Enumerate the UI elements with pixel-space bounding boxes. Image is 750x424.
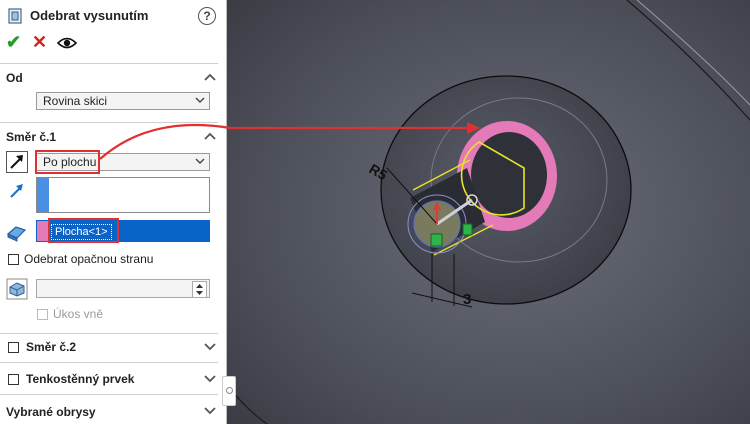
face-plane-icon: [6, 226, 27, 242]
direction-vector-icon: [10, 184, 23, 198]
from-dropdown-value: Rovina skici: [43, 94, 108, 108]
separator: [0, 394, 218, 395]
direction-vector-selection-box[interactable]: [36, 177, 210, 213]
hole-inner: [471, 132, 547, 218]
direction2-checkbox[interactable]: [8, 342, 19, 353]
chevron-down-icon[interactable]: [204, 343, 216, 351]
draft-angle-field[interactable]: [36, 279, 210, 298]
separator: [0, 63, 218, 64]
section-contours-title: Vybrané obrysy: [6, 405, 96, 419]
relation-marker-icon[interactable]: [430, 233, 443, 247]
linear-dimension-text[interactable]: 3: [463, 291, 471, 308]
chevron-down-icon[interactable]: [204, 407, 216, 415]
preview-eye-icon[interactable]: [57, 36, 77, 50]
highlight-box-end-condition: [35, 150, 100, 174]
chevron-down-icon[interactable]: [204, 375, 216, 383]
selection-color-strip: [37, 178, 49, 212]
panel-resize-grip[interactable]: [222, 376, 236, 406]
reverse-direction-icon[interactable]: [6, 151, 28, 173]
draft-outward-checkbox[interactable]: [37, 309, 48, 320]
separator: [0, 122, 218, 123]
flip-side-checkbox[interactable]: [8, 254, 19, 265]
graphics-viewport[interactable]: R5 3: [227, 0, 750, 424]
chevron-down-icon: [195, 158, 205, 164]
property-manager: Odebrat vysunutím ? ✔ ✕ Od Rovina skici …: [0, 0, 227, 424]
panel-header: Odebrat vysunutím ?: [0, 0, 226, 32]
chevron-up-icon[interactable]: [204, 73, 216, 81]
highlight-box-face: [48, 218, 119, 243]
spin-buttons[interactable]: [192, 281, 207, 298]
help-icon[interactable]: ?: [198, 7, 216, 25]
section-direction2-title: Směr č.2: [26, 340, 77, 354]
section-direction1-title: Směr č.1: [6, 130, 57, 144]
separator: [0, 362, 218, 363]
model-view[interactable]: R5 3: [227, 0, 750, 424]
chevron-up-icon[interactable]: [204, 132, 216, 140]
thin-feature-checkbox[interactable]: [8, 374, 19, 385]
cut-extrude-icon: [8, 8, 22, 24]
chevron-down-icon: [195, 97, 205, 103]
draft-icon: [6, 278, 28, 300]
from-dropdown[interactable]: Rovina skici: [36, 92, 210, 110]
section-thin-title: Tenkostěnný prvek: [26, 372, 135, 386]
panel-title: Odebrat vysunutím: [30, 8, 149, 23]
cancel-x-icon[interactable]: ✕: [32, 32, 47, 53]
section-from-title: Od: [6, 71, 23, 85]
ok-check-icon[interactable]: ✔: [6, 32, 21, 53]
separator: [0, 333, 218, 334]
flip-side-label: Odebrat opačnou stranu: [24, 252, 154, 266]
relation-marker-icon[interactable]: [462, 223, 473, 236]
draft-outward-label: Úkos vně: [53, 307, 104, 321]
